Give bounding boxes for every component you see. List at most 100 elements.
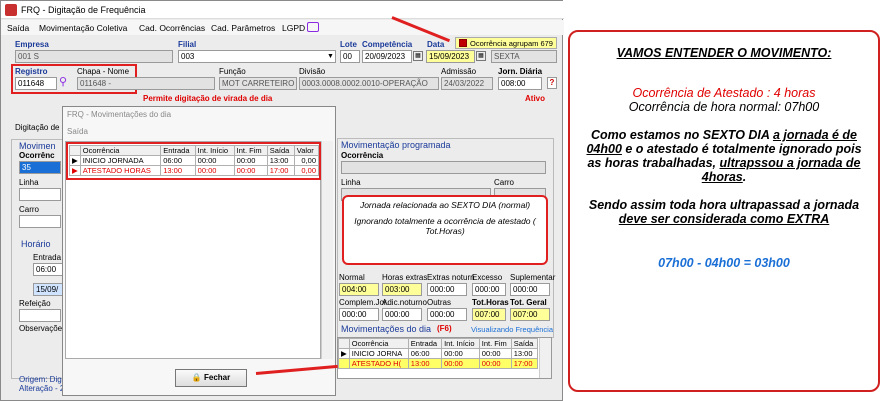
col-header[interactable]: Entrada (407, 338, 443, 349)
origem-text: Origem: Digit (19, 375, 66, 384)
data-label: Data (427, 40, 445, 49)
total-label: Extras noturn (427, 273, 475, 282)
explanation-paragraph-2: Sendo assim toda hora ultrapassad a jorn… (588, 198, 860, 226)
total-value: 000:00 (472, 283, 506, 296)
total2-value: 000:00 (382, 308, 422, 321)
observacoes-label: Observações (19, 324, 67, 333)
cell: 00:00 (441, 348, 480, 359)
close-button[interactable]: 🔒 Fechar (175, 369, 247, 387)
divisao-label: Divisão (299, 67, 326, 76)
menu-saida[interactable]: Saída (7, 23, 29, 33)
jornada-field[interactable]: 008:00 (498, 77, 542, 90)
cell: 17:00 (266, 165, 295, 176)
menu-cad-parametros[interactable]: Cad. Parâmetros (211, 23, 275, 33)
alteracao-text: Alteração - 2 (19, 384, 65, 393)
funcao-label: Função (219, 67, 246, 76)
cell: INICIO JORNADA (79, 155, 162, 166)
row-pointer-icon: ▶ (338, 348, 350, 359)
help-icon[interactable]: ? (547, 77, 557, 89)
dialog-menu-saida[interactable]: Saída (67, 127, 88, 136)
col-header[interactable]: Saída (266, 145, 295, 156)
cell: 0,00 (293, 165, 320, 176)
col-header[interactable]: Ocorrência (348, 338, 409, 349)
menu-lgpd[interactable]: LGPD (282, 23, 305, 33)
total2-value: 007:00 (472, 308, 506, 321)
search-icon[interactable]: ⚲ (59, 75, 67, 88)
bubble-line-2: Ignorando totalmente a ocorrência de ate… (354, 216, 536, 236)
calendar-icon[interactable]: ▦ (413, 51, 423, 61)
col-header[interactable]: Int. Fim (478, 338, 512, 349)
table-row[interactable]: ▶ ATESTADO HORAS 13:00 00:00 00:00 17:00… (69, 165, 320, 176)
cell: 00:00 (441, 358, 480, 369)
cell: INICIO JORNA (348, 348, 409, 359)
cell: 0,00 (293, 155, 320, 166)
dialog-scrollbar[interactable] (321, 141, 333, 359)
chevron-down-icon[interactable]: ▼ (327, 53, 334, 60)
prog-ocorrencia-label: Ocorrência (341, 151, 384, 160)
col-header[interactable]: Saída (510, 338, 539, 349)
movs-grid: Ocorrência Entrada Int. Início Int. Fim … (338, 338, 539, 369)
col-header[interactable]: Valor (293, 145, 320, 156)
admissao-field: 24/03/2022 (441, 77, 493, 90)
cell: 00:00 (194, 165, 235, 176)
col-header[interactable]: Int. Fim (233, 145, 268, 156)
linha-field[interactable] (19, 188, 61, 201)
cell: 06:00 (407, 348, 443, 359)
entrada-label: Entrada (33, 253, 62, 262)
table-row[interactable]: ▶ INICIO JORNA 06:00 00:00 00:00 13:00 (338, 348, 539, 359)
table-row[interactable]: ▶ INICIO JORNADA 06:00 00:00 00:00 13:00… (69, 155, 320, 166)
total-label: Suplementar (510, 273, 556, 282)
date-field[interactable]: 15/09/ (33, 283, 63, 296)
total2-value: 000:00 (339, 308, 379, 321)
jornada-label: Jorn. Diária (498, 67, 543, 76)
explanation-line2: Ocorrência de hora normal: 07h00 (628, 100, 820, 114)
digitacao-label: Digitação de (15, 123, 60, 132)
chapa-label: Chapa - Nome (77, 67, 130, 76)
total2-value: 000:00 (427, 308, 467, 321)
col-header[interactable]: Entrada (160, 145, 196, 156)
total-label: Normal (339, 273, 365, 282)
ocorrencia-field[interactable]: 35 (19, 161, 61, 174)
col-header[interactable]: Ocorrência (79, 145, 162, 156)
menu-cad-ocorrencias[interactable]: Cad. Ocorrências (139, 23, 205, 33)
registro-field[interactable]: 011648 (15, 77, 57, 90)
scrollbar[interactable] (539, 338, 551, 378)
col-header[interactable]: Int. Início (194, 145, 235, 156)
data-field[interactable]: 15/09/2023 (426, 50, 475, 63)
total2-label: Adic.noturno (382, 298, 427, 307)
lote-label: Lote (340, 40, 357, 49)
empresa-field[interactable]: 001 S (15, 50, 173, 63)
monitor-icon[interactable] (307, 22, 319, 32)
total-value: 004:00 (339, 283, 379, 296)
entrada-field[interactable]: 06:00 (33, 263, 63, 276)
table-row[interactable]: ATESTADO H( 13:00 00:00 00:00 17:00 (338, 358, 539, 369)
calendar-icon[interactable]: ▦ (476, 51, 486, 61)
cell: 17:00 (510, 358, 539, 369)
registro-label: Registro (15, 67, 48, 76)
ocorrencia-agrupam-label: Ocorrência agrupam 679 (470, 39, 553, 48)
funcao-field: MOT CARRETEIRO (219, 77, 297, 90)
cell: 13:00 (160, 165, 196, 176)
cell: 13:00 (266, 155, 295, 166)
total2-label: Complem.Jor. (339, 298, 389, 307)
dialog-grid: Ocorrência Entrada Int. Início Int. Fim … (69, 145, 320, 176)
total2-label: Tot. Geral (510, 298, 547, 307)
weekday-field: SEXTA (491, 50, 557, 63)
app-icon (5, 4, 17, 16)
dialog-title: FRQ - Movimentações do dia (67, 110, 172, 119)
filial-select[interactable]: 003 (178, 50, 336, 63)
ocorrencia-agrupam-checkbox[interactable] (459, 39, 467, 47)
menu-movimentacao-coletiva[interactable]: Movimentação Coletiva (39, 23, 127, 33)
lote-field[interactable]: 00 (340, 50, 360, 63)
prog-ocorrencia-field (341, 161, 546, 174)
horario-label: Horário (21, 239, 51, 249)
status-badge: Ativo (525, 94, 545, 103)
competencia-field[interactable]: 20/09/2023 (362, 50, 412, 63)
refeicao-label: Refeição (19, 299, 51, 308)
col-header[interactable]: Int. Início (441, 338, 480, 349)
visualizando-link[interactable]: Visualizando Frequência (471, 325, 553, 334)
carro-field[interactable] (19, 215, 61, 228)
linha-label: Linha (19, 178, 39, 187)
refeicao-field[interactable] (19, 309, 61, 322)
title-bar: FRQ - Digitação de Frequência (1, 1, 564, 19)
